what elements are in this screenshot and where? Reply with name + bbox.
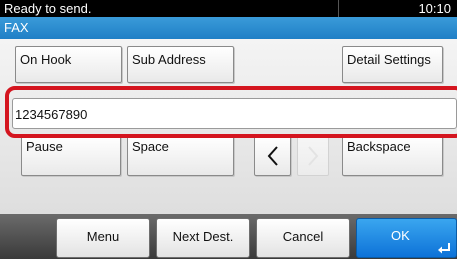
sub-address-button[interactable]: Sub Address [127, 46, 234, 83]
menu-label: Menu [86, 229, 120, 244]
space-label: Space [132, 139, 169, 154]
cancel-button[interactable]: Cancel [256, 218, 350, 258]
on-hook-label: On Hook [20, 52, 72, 67]
on-hook-button[interactable]: On Hook [15, 46, 122, 83]
space-button[interactable]: Space [127, 136, 234, 176]
chevron-left-icon [267, 146, 278, 166]
status-message: Ready to send. [4, 1, 92, 16]
next-dest-button[interactable]: Next Dest. [156, 218, 250, 258]
detail-settings-button[interactable]: Detail Settings [342, 46, 443, 83]
highlight-outline [5, 86, 457, 138]
cancel-label: Cancel [282, 229, 324, 244]
ok-label: OK [391, 228, 410, 243]
backspace-button[interactable]: Backspace [342, 136, 443, 176]
pause-button[interactable]: Pause [21, 136, 121, 176]
ok-button[interactable]: OK [356, 218, 457, 258]
cursor-left-button[interactable] [254, 136, 291, 176]
chevron-right-icon [308, 146, 319, 166]
detail-settings-label: Detail Settings [347, 52, 431, 67]
enter-icon [438, 243, 450, 254]
footer-bar: Menu Next Dest. Cancel OK [0, 214, 457, 259]
menu-button[interactable]: Menu [56, 218, 150, 258]
status-divider [338, 0, 339, 17]
pause-label: Pause [26, 139, 63, 154]
screen-title-bar: FAX [0, 17, 457, 39]
status-bar: Ready to send. 10:10 [0, 0, 457, 17]
backspace-label: Backspace [347, 139, 411, 154]
sub-address-label: Sub Address [132, 52, 206, 67]
screen-title: FAX [4, 20, 29, 35]
cursor-right-button[interactable] [297, 136, 329, 176]
next-dest-label: Next Dest. [172, 229, 234, 244]
status-time: 10:10 [418, 1, 451, 16]
